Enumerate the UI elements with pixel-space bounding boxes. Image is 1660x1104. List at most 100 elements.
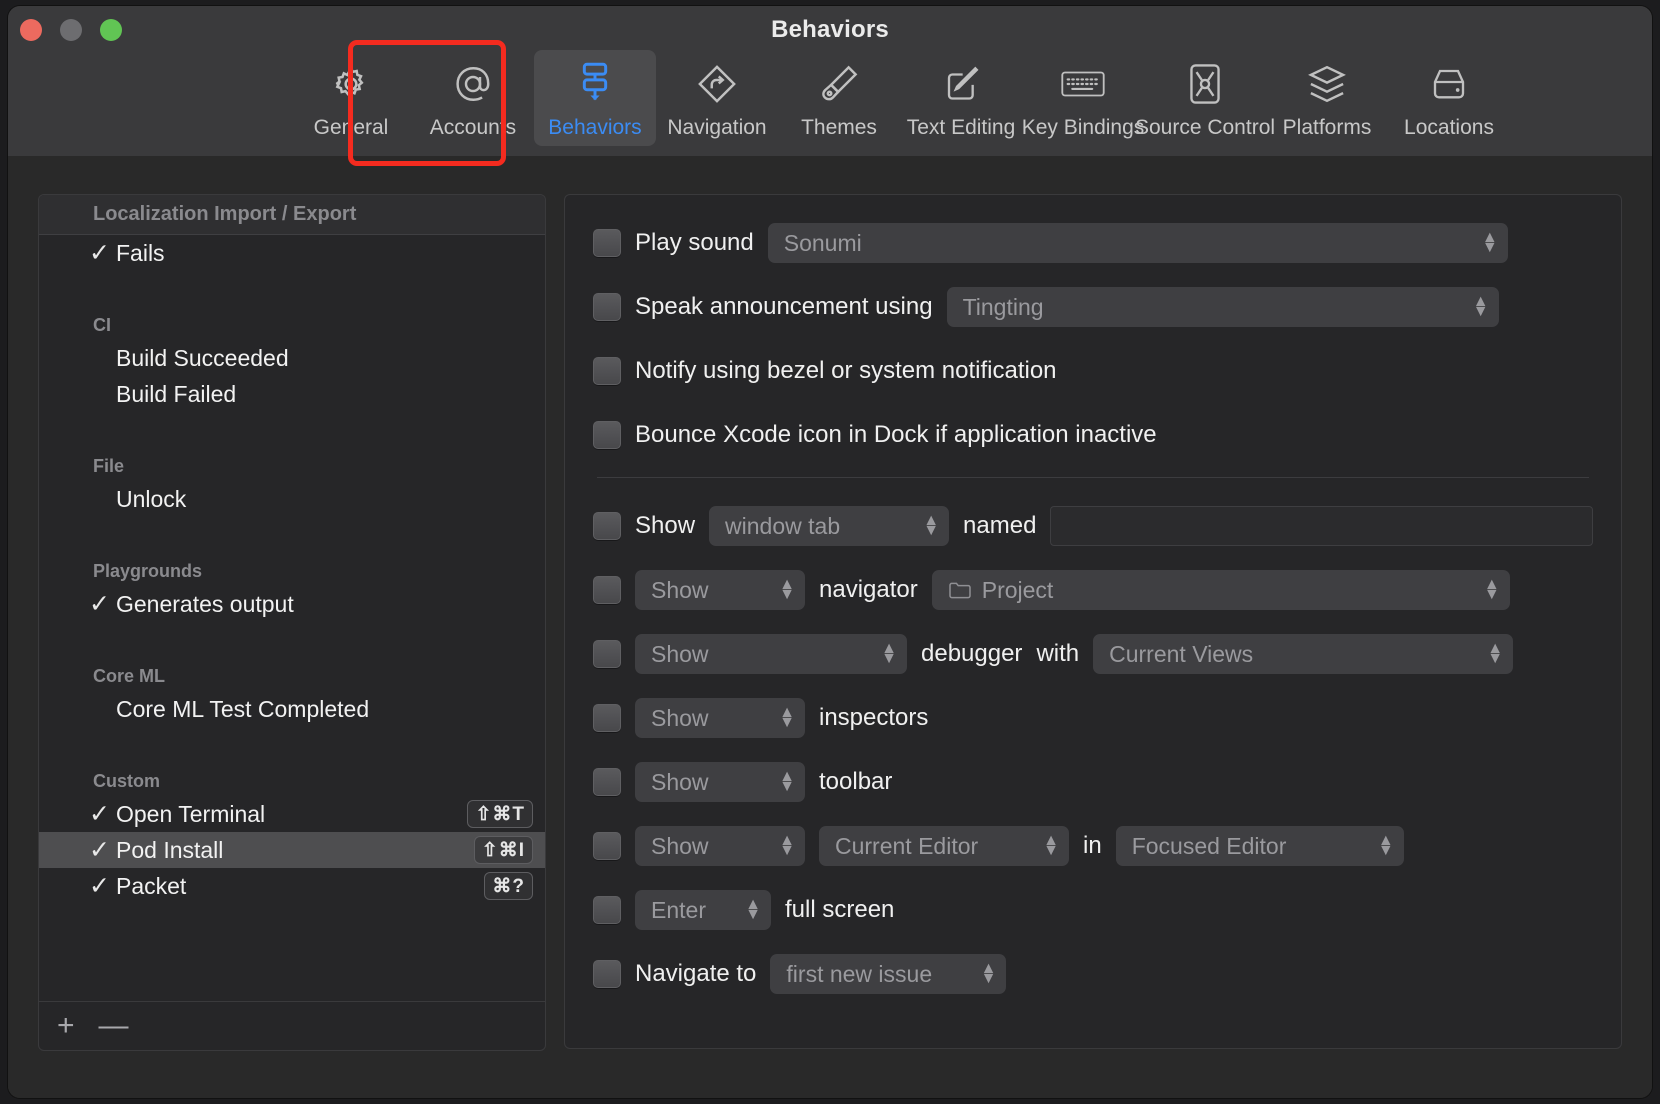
group-title-core-ml: Core ML — [93, 666, 165, 686]
tab-locations-label: Locations — [1404, 116, 1494, 139]
debugger-action-value: Show — [651, 640, 709, 667]
tab-themes-label: Themes — [801, 116, 877, 139]
shortcut-badge[interactable]: ⇧⌘T — [467, 800, 533, 828]
bounce-label: Bounce Xcode icon in Dock if application… — [635, 421, 1157, 448]
tab-navigation[interactable]: Navigation — [656, 50, 778, 146]
navigate-to-select[interactable]: first new issue ▲ ▼ — [770, 954, 1007, 994]
shortcut-badge[interactable]: ⇧⌘I — [473, 836, 533, 864]
list-item-label: Build Succeeded — [116, 344, 289, 371]
editor-source-select[interactable]: Current Editor ▲ ▼ — [819, 826, 1069, 866]
source-control-icon — [1187, 58, 1223, 110]
tab-key-bindings-label: Key Bindings — [1021, 116, 1145, 139]
behaviors-flow-icon — [575, 58, 615, 110]
option-row-speak-announcement: Speak announcement using Tingting ▲ ▼ — [593, 285, 1593, 329]
navigator-target-select[interactable]: Project ▲ ▼ — [931, 570, 1510, 610]
speak-announcement-checkbox[interactable] — [593, 293, 621, 321]
editor-source-value: Current Editor — [835, 832, 979, 859]
play-sound-checkbox[interactable] — [593, 229, 621, 257]
shortcut-badge[interactable]: ⌘? — [484, 872, 533, 900]
list-item-label: Pod Install — [116, 836, 224, 863]
inspectors-label: inspectors — [819, 704, 929, 731]
list-item[interactable]: ✓ Pod Install ⇧⌘I — [39, 832, 545, 868]
chevron-updown-icon: ▲ ▼ — [1481, 229, 1498, 256]
behaviors-list-panel: Localization Import / Export ✓ Fails CI … — [38, 194, 546, 1051]
window-tab-target-value: window tab — [725, 512, 841, 539]
tab-source-control[interactable]: Source Control — [1135, 50, 1275, 146]
editor-action-select[interactable]: Show ▲ ▼ — [635, 826, 805, 866]
tab-platforms[interactable]: Platforms — [1266, 50, 1388, 146]
full-screen-action-select[interactable]: Enter ▲ ▼ — [635, 890, 771, 930]
debugger-views-select[interactable]: Current Views ▲ ▼ — [1093, 634, 1514, 674]
option-row-play-sound: Play sound Sonumi ▲ ▼ — [593, 221, 1593, 265]
tab-key-bindings[interactable]: Key Bindings — [1022, 50, 1144, 146]
option-row-notify: Notify using bezel or system notificatio… — [593, 349, 1593, 393]
tab-themes[interactable]: Themes — [778, 50, 900, 146]
tab-locations[interactable]: Locations — [1388, 50, 1510, 146]
list-item-label: Packet — [116, 872, 187, 899]
navigator-action-select[interactable]: Show ▲ ▼ — [635, 570, 805, 610]
debugger-action-select[interactable]: Show ▲ ▼ — [635, 634, 907, 674]
list-item[interactable]: Build Succeeded — [39, 340, 545, 376]
chevron-updown-icon: ▲ ▼ — [779, 576, 795, 603]
inspectors-action-select[interactable]: Show ▲ ▼ — [635, 698, 805, 738]
toolbar-action-select[interactable]: Show ▲ ▼ — [635, 762, 805, 802]
keyboard-icon — [1060, 58, 1106, 110]
group-title-file: File — [93, 456, 125, 476]
chevron-updown-icon: ▲ ▼ — [1043, 832, 1059, 859]
speak-announcement-label: Speak announcement using — [635, 293, 933, 320]
list-item[interactable]: ✓ Generates output — [39, 586, 545, 622]
notify-label: Notify using bezel or system notificatio… — [635, 357, 1057, 384]
notify-checkbox[interactable] — [593, 357, 621, 385]
navigator-checkbox[interactable] — [593, 576, 621, 604]
tab-general-label: General — [313, 116, 389, 139]
window-tab-name-input[interactable] — [1050, 506, 1593, 546]
editor-target-select[interactable]: Focused Editor ▲ ▼ — [1115, 826, 1404, 866]
play-sound-select[interactable]: Sonumi ▲ ▼ — [767, 223, 1508, 263]
pencil-square-icon — [941, 58, 981, 110]
play-sound-value: Sonumi — [783, 229, 862, 256]
behaviors-list[interactable]: ✓ Fails CI Build Succeeded Build Failed … — [39, 235, 545, 1001]
layers-icon — [1305, 58, 1349, 110]
toolbar-checkbox[interactable] — [593, 768, 621, 796]
list-item[interactable]: ✓ Fails — [39, 235, 545, 271]
list-item[interactable]: Build Failed — [39, 376, 545, 412]
bounce-checkbox[interactable] — [593, 421, 621, 449]
chevron-updown-icon: ▲ ▼ — [779, 832, 795, 859]
list-item[interactable]: Core ML Test Completed — [39, 691, 545, 727]
list-item[interactable]: Unlock — [39, 481, 545, 517]
chevron-updown-icon: ▲ ▼ — [1377, 832, 1394, 859]
tab-general[interactable]: General — [290, 50, 412, 146]
option-row-full-screen: Enter ▲ ▼ full screen — [593, 888, 1593, 932]
editor-checkbox[interactable] — [593, 832, 621, 860]
paintbrush-icon — [818, 58, 860, 110]
tab-behaviors[interactable]: Behaviors — [534, 50, 656, 146]
list-item[interactable]: ✓ Open Terminal ⇧⌘T — [39, 796, 545, 832]
window-tab-named-label: named — [963, 512, 1037, 539]
window-tab-checkbox[interactable] — [593, 512, 621, 540]
preferences-content: Localization Import / Export ✓ Fails CI … — [8, 156, 1652, 1098]
list-item-label: Build Failed — [116, 380, 237, 407]
full-screen-checkbox[interactable] — [593, 896, 621, 924]
window-tab-target-select[interactable]: window tab ▲ ▼ — [709, 506, 950, 546]
inspectors-checkbox[interactable] — [593, 704, 621, 732]
list-section-header-label: Localization Import / Export — [93, 203, 357, 225]
option-row-navigate-to: Navigate to first new issue ▲ ▼ — [593, 952, 1593, 996]
folder-icon — [948, 580, 972, 600]
speak-voice-select[interactable]: Tingting ▲ ▼ — [946, 287, 1499, 327]
tab-accounts-label: Accounts — [429, 116, 517, 139]
debugger-checkbox[interactable] — [593, 640, 621, 668]
add-behavior-button[interactable]: + — [57, 1011, 75, 1041]
navigator-label: navigator — [819, 576, 918, 603]
navigator-action-value: Show — [651, 576, 709, 603]
list-item[interactable]: ✓ Packet ⌘? — [39, 868, 545, 904]
remove-behavior-button[interactable]: — — [99, 1011, 129, 1041]
editor-action-value: Show — [651, 832, 709, 859]
tab-accounts[interactable]: Accounts — [412, 50, 534, 146]
navigate-to-checkbox[interactable] — [593, 960, 621, 988]
tab-text-editing[interactable]: Text Editing — [900, 50, 1022, 146]
